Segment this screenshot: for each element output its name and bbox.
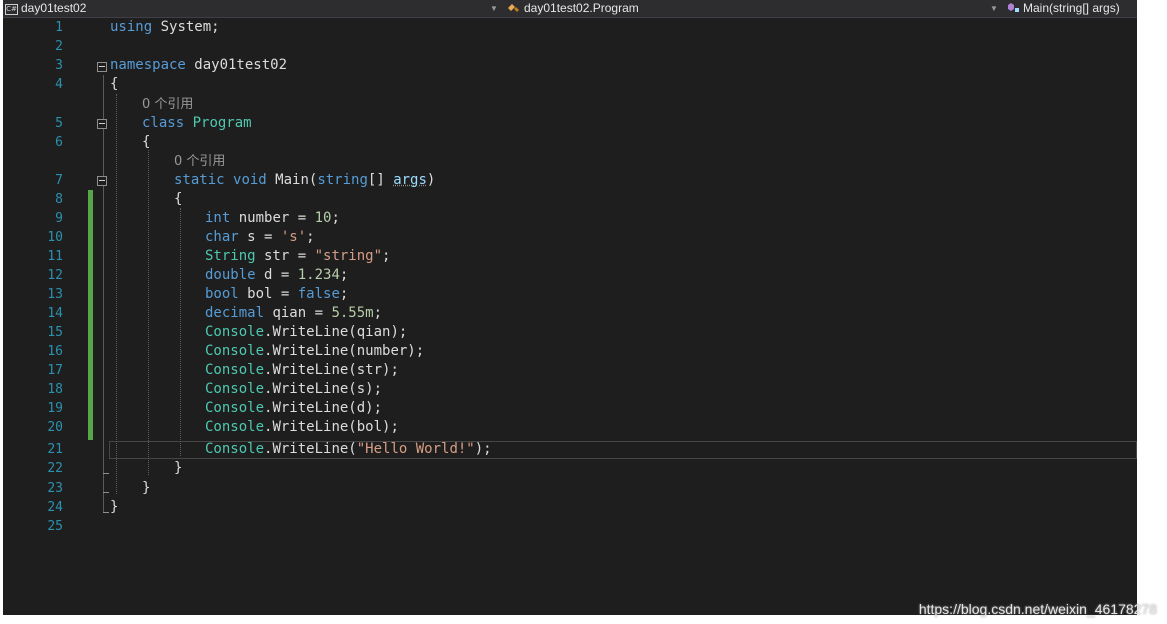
- code-text: {: [142, 134, 151, 150]
- line-number: 23: [47, 481, 63, 496]
- line-number: 24: [47, 500, 63, 515]
- code-text: static void Main(string[] args): [174, 172, 436, 188]
- code-line: 2: [3, 37, 1137, 56]
- line-number: 17: [47, 363, 63, 378]
- code-text: Console.WriteLine(bol);: [205, 419, 399, 435]
- code-line: 20 Console.WriteLine(bol);: [3, 418, 1137, 437]
- code-line: 10 char s = 's';: [3, 228, 1137, 247]
- line-number: 20: [47, 420, 63, 435]
- code-line: 11 String str = "string";: [3, 247, 1137, 266]
- code-line: 3 namespace day01test02: [3, 56, 1137, 75]
- line-number: 3: [55, 58, 63, 73]
- code-line: 14 decimal qian = 5.55m;: [3, 304, 1137, 323]
- member-name: Main(string[] args): [1023, 1, 1120, 15]
- line-number: 18: [47, 382, 63, 397]
- code-line: 8 {: [3, 190, 1137, 209]
- class-icon: [508, 4, 519, 12]
- code-text: {: [110, 76, 119, 92]
- code-text: Console.WriteLine(str);: [205, 362, 399, 378]
- code-text: Console.WriteLine(qian);: [205, 324, 408, 340]
- code-line: 19 Console.WriteLine(d);: [3, 399, 1137, 418]
- line-number: 25: [47, 519, 63, 534]
- line-number: 21: [47, 442, 63, 457]
- code-line: 6 {: [3, 133, 1137, 152]
- code-line: 12 double d = 1.234;: [3, 266, 1137, 285]
- line-number: 22: [47, 461, 63, 476]
- code-line: 9 int number = 10;: [3, 209, 1137, 228]
- code-text: namespace day01test02: [110, 57, 288, 73]
- csharp-project-icon: C#: [5, 4, 18, 15]
- code-text: class Program: [142, 115, 252, 131]
- code-text: }: [142, 480, 151, 496]
- references-codelens[interactable]: 0 个引用: [142, 95, 193, 114]
- line-number: 5: [55, 116, 63, 131]
- line-number: 11: [47, 249, 63, 264]
- line-number: 19: [47, 401, 63, 416]
- line-number: 16: [47, 344, 63, 359]
- code-line: 24 }: [3, 498, 1137, 517]
- code-line: 17 Console.WriteLine(str);: [3, 361, 1137, 380]
- class-dropdown[interactable]: day01test02.Program: [507, 0, 639, 17]
- code-line: 4 {: [3, 75, 1137, 94]
- project-name: day01test02: [21, 1, 87, 15]
- line-number: 1: [55, 20, 63, 35]
- code-text: Console.WriteLine(number);: [205, 343, 425, 359]
- code-line: 1 using System;: [3, 18, 1137, 37]
- code-text: }: [174, 460, 183, 476]
- code-line: 22 }: [3, 459, 1137, 478]
- chevron-down-icon[interactable]: ▼: [490, 0, 498, 17]
- code-text: Console.WriteLine("Hello World!");: [205, 441, 492, 457]
- code-text: Console.WriteLine(s);: [205, 381, 383, 397]
- method-icon: [1008, 3, 1019, 12]
- code-text: double d = 1.234;: [205, 267, 349, 283]
- line-number: 4: [55, 77, 63, 92]
- chevron-down-icon[interactable]: ▼: [990, 0, 998, 17]
- code-line: 23 }: [3, 479, 1137, 498]
- code-text: }: [110, 499, 119, 515]
- line-number: 14: [47, 306, 63, 321]
- code-text: String str = "string";: [205, 248, 391, 264]
- line-number: 7: [55, 173, 63, 188]
- code-text: decimal qian = 5.55m;: [205, 305, 383, 321]
- line-number: 6: [55, 135, 63, 150]
- line-number: 2: [55, 39, 63, 54]
- code-line: 13 bool bol = false;: [3, 285, 1137, 304]
- code-text: Console.WriteLine(d);: [205, 400, 383, 416]
- line-number: 12: [47, 268, 63, 283]
- code-editor[interactable]: C# day01test02 ▼ day01test02.Program ▼ Ma…: [3, 0, 1137, 615]
- line-number: 15: [47, 325, 63, 340]
- code-text: {: [174, 191, 183, 207]
- class-path: day01test02.Program: [524, 1, 639, 15]
- code-text: char s = 's';: [205, 229, 315, 245]
- line-number: 8: [55, 192, 63, 207]
- code-line: 7 static void Main(string[] args): [3, 171, 1137, 190]
- member-dropdown[interactable]: Main(string[] args): [1006, 0, 1120, 17]
- code-line: 25: [3, 517, 1137, 536]
- project-dropdown[interactable]: C# day01test02: [5, 0, 86, 17]
- code-text: using System;: [110, 19, 220, 35]
- navigation-bar: C# day01test02 ▼ day01test02.Program ▼ Ma…: [3, 0, 1137, 18]
- code-line: 21 Console.WriteLine("Hello World!");: [3, 440, 1137, 459]
- code-text: bool bol = false;: [205, 286, 349, 302]
- watermark: https://blog.csdn.net/weixin_46178278: [918, 601, 1157, 617]
- code-text: int number = 10;: [205, 210, 340, 226]
- line-number: 13: [47, 287, 63, 302]
- line-number: 10: [47, 230, 63, 245]
- code-line: 15 Console.WriteLine(qian);: [3, 323, 1137, 342]
- line-number: 9: [55, 211, 63, 226]
- code-line: 16 Console.WriteLine(number);: [3, 342, 1137, 361]
- references-codelens[interactable]: 0 个引用: [174, 152, 225, 171]
- code-line: 5 class Program: [3, 114, 1137, 133]
- code-line: 18 Console.WriteLine(s);: [3, 380, 1137, 399]
